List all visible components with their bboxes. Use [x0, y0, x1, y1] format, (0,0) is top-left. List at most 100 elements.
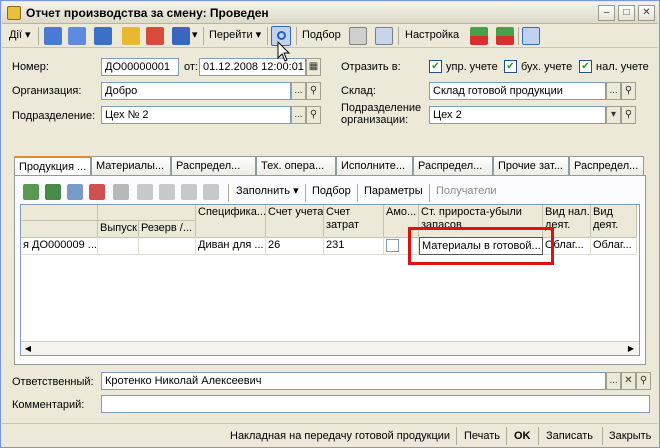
orgdept-label-line1: Подразделение [341, 102, 422, 114]
highlight-frame [408, 227, 554, 265]
col-product-header[interactable] [21, 205, 98, 221]
tab-other-costs[interactable]: Прочие зат... [493, 156, 569, 176]
col-cost-account-header[interactable]: Счет затрат [324, 205, 384, 238]
warehouse-select-button[interactable]: ... [606, 82, 621, 100]
number-label: Номер: [12, 61, 49, 73]
minimize-button[interactable]: – [598, 5, 615, 21]
close-form-button[interactable]: Закрыть [605, 427, 655, 445]
dept-field[interactable]: Цех № 2 [101, 106, 291, 124]
edit-row-icon[interactable] [67, 184, 83, 200]
fill-menu[interactable]: Заполнить ▾ [233, 182, 302, 202]
scroll-right-icon[interactable]: ▶ [625, 343, 637, 355]
reflect-tax-label: нал. учете [596, 61, 649, 73]
col-reserve-header[interactable]: Резерв /... [139, 221, 196, 238]
table-cell-reserve[interactable] [139, 237, 196, 255]
amort-checkbox[interactable] [386, 239, 399, 252]
warehouse-label: Склад: [341, 85, 376, 97]
number-field[interactable]: ДО00000001 [101, 58, 179, 76]
actions-menu[interactable]: Дії ▾ [6, 26, 34, 46]
table-cell-release[interactable] [98, 237, 139, 255]
reflect-acc-checkbox[interactable]: ✔ [504, 60, 517, 73]
dept-open-icon[interactable]: ⚲ [306, 106, 321, 124]
sort-asc-icon[interactable] [181, 184, 197, 200]
maximize-button[interactable]: □ [618, 5, 635, 21]
table-cell-cost-account[interactable]: 231 [324, 237, 384, 255]
col-doc-header[interactable] [21, 221, 98, 238]
tab-tech-operations[interactable]: Тех. опера... [256, 156, 336, 176]
structure-icon[interactable] [349, 27, 367, 45]
orgdept-field[interactable]: Цех 2 [429, 106, 606, 124]
col-release-header[interactable]: Выпуск [98, 221, 139, 238]
selection-button[interactable]: Подбор [299, 26, 344, 46]
close-button[interactable]: ✕ [638, 5, 655, 21]
copy-row-icon[interactable] [45, 184, 61, 200]
settings-button[interactable]: Настройка [402, 26, 462, 46]
orgdept-open-icon[interactable]: ⚲ [621, 106, 636, 124]
table-cell-doc[interactable]: я ДО000009 ... [21, 237, 98, 255]
post-doc-icon[interactable] [172, 27, 190, 45]
warehouse-open-icon[interactable]: ⚲ [621, 82, 636, 100]
org-open-icon[interactable]: ⚲ [306, 82, 321, 100]
comment-field[interactable] [101, 395, 650, 413]
invoice-button[interactable]: Накладная на передачу готовой продукции [226, 427, 454, 445]
save-button[interactable]: Записать [542, 427, 597, 445]
horizontal-scrollbar[interactable]: ◀ ▶ [21, 341, 639, 355]
dept-select-button[interactable]: ... [291, 106, 306, 124]
date-label: от: [184, 61, 198, 73]
responsible-clear-icon[interactable]: ✕ [621, 372, 636, 390]
delete-row-icon[interactable] [89, 184, 105, 200]
edit-doc-icon[interactable] [122, 27, 140, 45]
tab-distribution-3[interactable]: Распредел... [569, 156, 644, 176]
table-cell-account[interactable]: 26 [266, 237, 324, 255]
tab-distribution-1[interactable]: Распредел... [171, 156, 256, 176]
recipients-button[interactable]: Получатели [433, 182, 500, 202]
tab-performers[interactable]: Исполните... [336, 156, 413, 176]
comment-label: Комментарий: [12, 399, 85, 411]
responsible-field[interactable]: Кротенко Николай Алексеевич [101, 372, 606, 390]
reflect-mgmt-checkbox[interactable]: ✔ [429, 60, 442, 73]
org-field[interactable]: Добро [101, 82, 291, 100]
tab-materials[interactable]: Материалы... [91, 156, 171, 176]
col-tax-activity-header[interactable]: Вид деят. [591, 205, 637, 238]
scroll-left-icon[interactable]: ◀ [22, 343, 34, 355]
go-menu[interactable]: Перейти ▾ [206, 26, 264, 46]
back-arrow-icon[interactable] [44, 27, 62, 45]
parameters-button[interactable]: Параметры [361, 182, 426, 202]
ok-button[interactable]: OK [510, 427, 535, 445]
tt-icon[interactable] [522, 27, 540, 45]
delete-doc-icon[interactable] [146, 27, 164, 45]
add-row-icon[interactable] [23, 184, 39, 200]
reflect-acc-label: бух. учете [521, 61, 573, 73]
org-select-button[interactable]: ... [291, 82, 306, 100]
table-cell-tax-activity[interactable]: Облаг... [591, 237, 637, 255]
reflect-mgmt-label: упр. учете [446, 61, 498, 73]
sort-desc-icon[interactable] [203, 184, 219, 200]
bottom-bar: Накладная на передачу готовой продукции … [2, 423, 658, 447]
dt-kt-tax-icon[interactable] [496, 27, 514, 45]
refresh-icon[interactable] [68, 27, 86, 45]
responsible-open-icon[interactable]: ⚲ [636, 372, 651, 390]
orgdept-dropdown-icon[interactable]: ▾ [606, 106, 621, 124]
table-cell-spec[interactable]: Диван для ... [196, 237, 266, 255]
responsible-select-button[interactable]: ... [606, 372, 621, 390]
dept-label: Подразделение: [12, 110, 96, 122]
warehouse-field[interactable]: Склад готовой продукции [429, 82, 606, 100]
sync-icon[interactable] [94, 27, 112, 45]
calendar-icon[interactable]: ▦ [306, 58, 321, 76]
panel-selection-button[interactable]: Подбор [309, 182, 354, 202]
move-up-icon[interactable] [137, 184, 153, 200]
col-account-header[interactable]: Счет учета [266, 205, 324, 238]
move-down-icon[interactable] [159, 184, 175, 200]
print-button[interactable]: Печать [460, 427, 504, 445]
end-edit-icon[interactable] [113, 184, 129, 200]
list-settings-icon[interactable] [375, 27, 393, 45]
tab-distribution-2[interactable]: Распредел... [413, 156, 493, 176]
col-spec-header[interactable]: Специфика... [196, 205, 266, 238]
col-group-header[interactable] [98, 205, 196, 221]
post-dropdown[interactable]: ▾ [189, 26, 201, 46]
tab-products[interactable]: Продукция ... [14, 156, 91, 177]
toolbar: Дії ▾ ▾ Перейти ▾ Подбор Настройка [2, 24, 658, 48]
reflect-tax-checkbox[interactable]: ✔ [579, 60, 592, 73]
document-icon [7, 6, 21, 20]
dt-kt-icon[interactable] [470, 27, 488, 45]
